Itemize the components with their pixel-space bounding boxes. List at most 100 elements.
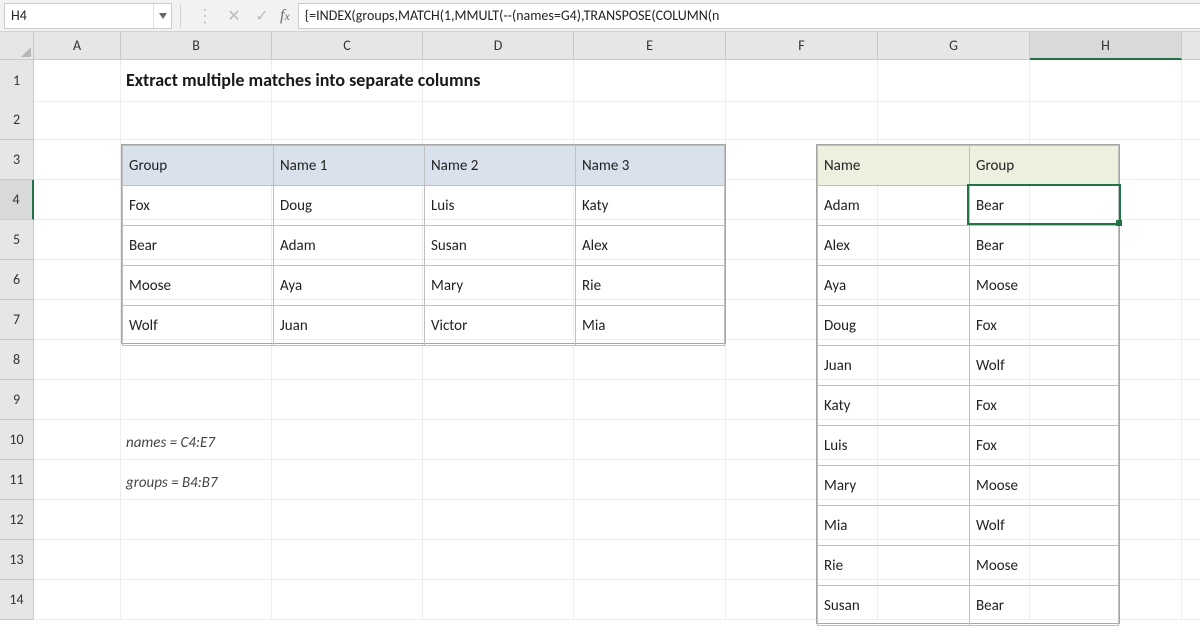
formula-input[interactable]: {=INDEX(groups,MATCH(1,MMULT(--(names=G4… [298, 3, 1200, 29]
cell[interactable] [34, 540, 121, 580]
cell[interactable] [726, 100, 878, 140]
table-cell[interactable]: Katy [818, 386, 970, 426]
cell[interactable] [1182, 580, 1200, 620]
spreadsheet-grid[interactable]: A B C D E F G H I [0, 32, 1200, 60]
cell[interactable] [121, 100, 272, 140]
cell[interactable] [34, 60, 121, 102]
cell[interactable] [34, 140, 121, 180]
cell[interactable] [272, 340, 423, 380]
row-head-7[interactable]: 7 [0, 300, 34, 340]
table-cell[interactable]: Bear [970, 586, 1119, 626]
cell[interactable] [272, 60, 423, 102]
cell[interactable] [1182, 340, 1200, 380]
table-cell[interactable]: Bear [970, 226, 1119, 266]
row-head-2[interactable]: 2 [0, 100, 34, 140]
cell[interactable] [272, 420, 423, 460]
cell[interactable] [34, 340, 121, 380]
accept-formula-button[interactable]: ✓ [248, 3, 276, 29]
row-head-1[interactable]: 1 [0, 60, 34, 102]
cell[interactable] [878, 60, 1030, 102]
table-cell[interactable]: Wolf [970, 506, 1119, 546]
cell[interactable] [726, 60, 878, 102]
cell[interactable] [34, 300, 121, 340]
cell[interactable] [34, 380, 121, 420]
cell[interactable] [1182, 220, 1200, 260]
table-cell[interactable]: Mary [425, 266, 576, 306]
cell[interactable] [121, 420, 272, 460]
table-cell[interactable]: Fox [970, 306, 1119, 346]
cell[interactable] [574, 60, 726, 102]
cell[interactable] [1182, 500, 1200, 540]
cell[interactable] [272, 500, 423, 540]
table-cell[interactable]: Moose [970, 466, 1119, 506]
table-cell[interactable]: Doug [274, 186, 425, 226]
row-head-11[interactable]: 11 [0, 460, 34, 500]
table-cell[interactable]: Mia [818, 506, 970, 546]
cell[interactable] [1182, 260, 1200, 300]
table-cell[interactable]: Luis [425, 186, 576, 226]
table-cell[interactable]: Victor [425, 306, 576, 346]
cell[interactable] [121, 460, 272, 500]
table-cell[interactable]: Aya [274, 266, 425, 306]
col-head-E[interactable]: E [574, 32, 726, 60]
cell[interactable] [121, 580, 272, 620]
cell[interactable] [121, 500, 272, 540]
cell[interactable] [34, 260, 121, 300]
cell[interactable] [1182, 100, 1200, 140]
cell[interactable] [423, 500, 574, 540]
cell[interactable] [34, 180, 121, 220]
col-head-F[interactable]: F [726, 32, 878, 60]
col-head-H[interactable]: H [1030, 32, 1182, 60]
fx-icon[interactable]: fx [276, 7, 298, 25]
cell[interactable] [574, 580, 726, 620]
table-cell[interactable]: Adam [274, 226, 425, 266]
table-cell[interactable]: Mary [818, 466, 970, 506]
cell[interactable] [574, 500, 726, 540]
cell[interactable] [1182, 180, 1200, 220]
cell[interactable] [1182, 140, 1200, 180]
cell[interactable] [34, 580, 121, 620]
table-cell[interactable]: Luis [818, 426, 970, 466]
table-cell[interactable]: Mia [576, 306, 725, 346]
cell[interactable] [1182, 460, 1200, 500]
cell[interactable] [423, 420, 574, 460]
row-head-6[interactable]: 6 [0, 260, 34, 300]
cell[interactable] [121, 340, 272, 380]
cell[interactable] [574, 380, 726, 420]
cell[interactable] [272, 540, 423, 580]
cell[interactable] [1182, 380, 1200, 420]
row-head-5[interactable]: 5 [0, 220, 34, 260]
cell[interactable] [574, 460, 726, 500]
table-cell[interactable]: Wolf [123, 306, 274, 346]
table-cell[interactable]: Rie [818, 546, 970, 586]
cell[interactable] [423, 340, 574, 380]
col-head-D[interactable]: D [423, 32, 574, 60]
row-head-10[interactable]: 10 [0, 420, 34, 460]
table-cell[interactable]: Moose [123, 266, 274, 306]
cell[interactable] [423, 60, 574, 102]
col-head-A[interactable]: A [34, 32, 121, 60]
cell[interactable] [1182, 60, 1200, 102]
name-box-dropdown[interactable] [153, 4, 171, 28]
table-cell[interactable]: Fox [123, 186, 274, 226]
cell[interactable] [34, 500, 121, 540]
table-cell[interactable]: Moose [970, 266, 1119, 306]
row-head-3[interactable]: 3 [0, 140, 34, 180]
table-cell[interactable]: Adam [818, 186, 970, 226]
table-cell[interactable]: Wolf [970, 346, 1119, 386]
table-cell[interactable]: Susan [425, 226, 576, 266]
name-box[interactable]: H4 [4, 3, 172, 29]
cell[interactable] [34, 100, 121, 140]
cell[interactable] [1182, 540, 1200, 580]
table-cell[interactable]: Katy [576, 186, 725, 226]
cell[interactable] [574, 540, 726, 580]
col-head-B[interactable]: B [121, 32, 272, 60]
table-cell[interactable]: Bear [970, 186, 1119, 226]
cell[interactable] [423, 460, 574, 500]
cell[interactable] [34, 420, 121, 460]
cell[interactable] [1182, 420, 1200, 460]
row-head-8[interactable]: 8 [0, 340, 34, 380]
select-all-corner[interactable] [0, 32, 34, 60]
cell[interactable] [878, 100, 1030, 140]
cell[interactable] [574, 100, 726, 140]
